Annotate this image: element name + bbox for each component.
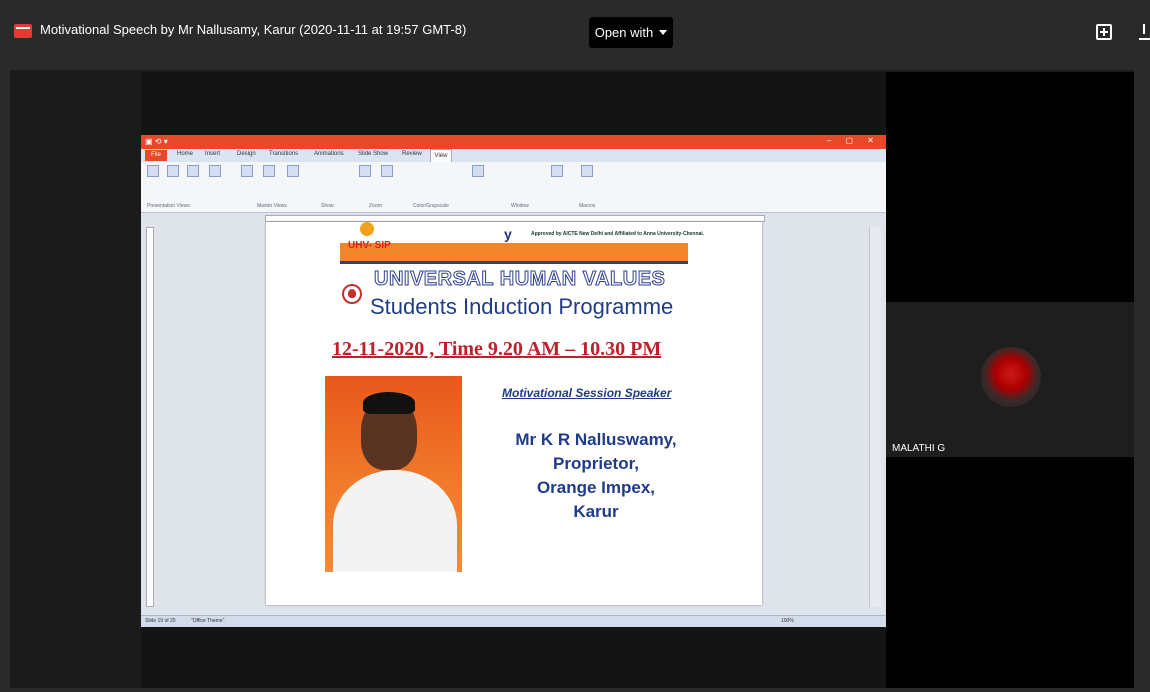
tab-animations[interactable]: Animations — [314, 151, 344, 157]
zoom-icon[interactable] — [359, 165, 371, 177]
college-logo-mark: y — [504, 226, 512, 242]
group-presentation-views: Presentation Views — [147, 203, 190, 209]
notes-master-icon[interactable] — [287, 165, 299, 177]
tab-design[interactable]: Design — [237, 151, 256, 157]
approved-text: Approved by AICTE New Delhi and Affiliat… — [531, 231, 705, 237]
vertical-scrollbar[interactable] — [869, 227, 881, 607]
uhv-logo-text: UHV- SIP — [348, 240, 391, 251]
tab-insert[interactable]: Insert — [205, 151, 220, 157]
ribbon-tabs: Home Insert Design Transitions Animation… — [141, 149, 886, 162]
open-with-button[interactable]: Open with — [589, 17, 673, 48]
group-show: Show — [321, 203, 334, 209]
switch-windows-icon[interactable] — [551, 165, 563, 177]
tab-slide-show[interactable]: Slide Show — [358, 151, 388, 157]
macros-icon[interactable] — [581, 165, 593, 177]
tab-home[interactable]: Home — [177, 151, 193, 157]
tab-file[interactable]: File — [145, 150, 167, 161]
reading-view-icon[interactable] — [209, 165, 221, 177]
tab-review[interactable]: Review — [402, 151, 422, 157]
slide-master-icon[interactable] — [241, 165, 253, 177]
download-icon[interactable] — [1139, 22, 1150, 42]
speaker-role: Proprietor, — [553, 454, 639, 473]
speaker-name: Mr K R Nalluswamy, — [515, 430, 677, 449]
status-theme: "Office Theme" — [191, 618, 225, 624]
status-slide-count: Slide 19 of 20 — [145, 618, 176, 624]
speaker-city: Karur — [573, 502, 619, 521]
speaker-company: Orange Impex, — [536, 478, 656, 497]
file-title: Motivational Speech by Mr Nallusamy, Kar… — [40, 22, 467, 37]
slide-date-line: 12-11-2020 , Time 9.20 AM – 10.30 PM — [332, 338, 662, 360]
group-color-grayscale: Color/Grayscale — [413, 203, 449, 209]
speaker-photo — [325, 376, 462, 572]
header-stripe-blue — [340, 261, 688, 264]
chevron-down-icon — [659, 30, 668, 35]
slide-canvas: UHV- SIP y Approved by AICTE New Delhi a… — [266, 222, 762, 605]
group-window: Window — [511, 203, 529, 209]
ribbon: Presentation Views Master Views Show Zoo… — [141, 162, 886, 213]
group-macros: Macros — [579, 203, 596, 209]
participant-name: MALATHI G — [892, 443, 946, 454]
horizontal-ruler — [265, 215, 765, 222]
video-file-icon — [14, 24, 32, 38]
slide-sorter-icon[interactable] — [167, 165, 179, 177]
tab-transitions[interactable]: Transitions — [269, 151, 298, 157]
tab-view[interactable]: View — [430, 149, 452, 162]
group-master-views: Master Views — [257, 203, 287, 209]
speaker-details: Mr K R Nalluswamy, Proprietor, Orange Im… — [496, 428, 696, 524]
viewer-topbar: Motivational Speech by Mr Nallusamy, Kar… — [0, 0, 1150, 68]
slide-title-line2: Students Induction Programme — [370, 294, 674, 319]
ppt-titlebar: ▣ ⟲ ▾ – ▢ ✕ — [141, 135, 886, 149]
normal-view-icon[interactable] — [147, 165, 159, 177]
notes-page-icon[interactable] — [187, 165, 199, 177]
window-controls[interactable]: – ▢ ✕ — [827, 136, 880, 145]
slide-title-line1: UNIVERSAL HUMAN VALUES — [373, 268, 666, 291]
status-zoom[interactable]: 100% — [781, 618, 794, 624]
fit-to-window-icon[interactable] — [381, 165, 393, 177]
uhv-logo: UHV- SIP — [340, 222, 394, 258]
open-with-label: Open with — [594, 25, 654, 40]
ppt-statusbar: Slide 19 of 20 "Office Theme" 100% — [141, 615, 886, 627]
group-zoom: Zoom — [369, 203, 382, 209]
participant-avatar — [981, 347, 1041, 407]
handout-master-icon[interactable] — [263, 165, 275, 177]
session-label: Motivational Session Speaker — [502, 386, 672, 400]
add-to-drive-icon[interactable] — [1096, 24, 1112, 40]
vertical-ruler — [146, 227, 154, 607]
quick-access-toolbar[interactable]: ▣ ⟲ ▾ — [145, 137, 168, 146]
head-brain-icon — [342, 284, 362, 304]
gear-icon — [360, 222, 374, 236]
new-window-icon[interactable] — [472, 165, 484, 177]
